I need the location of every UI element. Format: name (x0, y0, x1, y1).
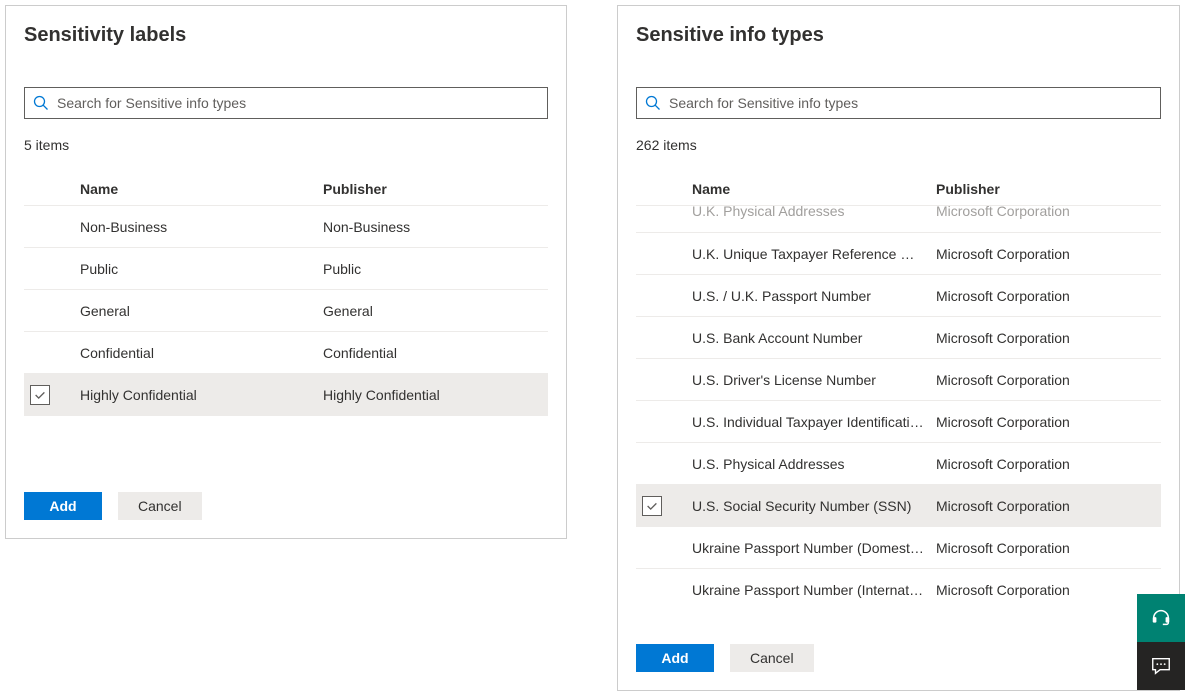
cell-publisher: Microsoft Corporation (936, 330, 1161, 346)
cell-name: U.K. Unique Taxpayer Reference Number (692, 246, 936, 262)
sensitive-info-types-panel: Sensitive info types 262 items Name Publ… (617, 5, 1180, 691)
cell-publisher: Microsoft Corporation (936, 498, 1161, 514)
search-input[interactable] (57, 95, 539, 111)
floating-actions (1137, 594, 1185, 690)
help-button[interactable] (1137, 594, 1185, 642)
table-header: Name Publisher (636, 173, 1161, 206)
check-icon (33, 388, 47, 402)
panel-title: Sensitivity labels (6, 24, 566, 47)
search-icon (33, 95, 49, 111)
cell-publisher: Microsoft Corporation (936, 246, 1161, 262)
cell-publisher: Microsoft Corporation (936, 288, 1161, 304)
cell-publisher: Microsoft Corporation (936, 540, 1161, 556)
table-row[interactable]: U.S. / U.K. Passport NumberMicrosoft Cor… (636, 275, 1161, 317)
cell-publisher: Microsoft Corporation (936, 372, 1161, 388)
table-row[interactable]: U.K. Physical Addresses Microsoft Corpor… (636, 206, 1161, 233)
item-count: 262 items (618, 137, 1179, 153)
column-header-publisher[interactable]: Publisher (323, 181, 548, 197)
sensitivity-labels-panel: Sensitivity labels 5 items Name Publishe… (5, 5, 567, 539)
cell-publisher: Highly Confidential (323, 387, 548, 403)
table-row[interactable]: U.S. Social Security Number (SSN)Microso… (636, 485, 1161, 527)
cancel-button[interactable]: Cancel (118, 492, 202, 520)
cell-name: General (80, 303, 323, 319)
table-row[interactable]: GeneralGeneral (24, 290, 548, 332)
table-row[interactable]: Ukraine Passport Number (International)M… (636, 569, 1161, 606)
cell-name: U.S. Bank Account Number (692, 330, 936, 346)
search-input[interactable] (669, 95, 1152, 111)
panel-title: Sensitive info types (618, 24, 1179, 47)
cell-publisher: Microsoft Corporation (936, 456, 1161, 472)
cell-name: Public (80, 261, 323, 277)
cell-name: Highly Confidential (80, 387, 323, 403)
cell-name: U.S. / U.K. Passport Number (692, 288, 936, 304)
cell-name: U.S. Social Security Number (SSN) (692, 498, 936, 514)
table-row[interactable]: Non-BusinessNon-Business (24, 206, 548, 248)
headset-icon (1150, 607, 1172, 629)
cell-publisher: General (323, 303, 548, 319)
table-row[interactable]: U.S. Physical AddressesMicrosoft Corpora… (636, 443, 1161, 485)
table-row[interactable]: U.S. Driver's License NumberMicrosoft Co… (636, 359, 1161, 401)
cell-name: U.S. Physical Addresses (692, 456, 936, 472)
cell-name: U.S. Individual Taxpayer Identification … (692, 414, 936, 430)
cell-publisher: Confidential (323, 345, 548, 361)
cell-publisher: Microsoft Corporation (936, 582, 1161, 598)
search-icon (645, 95, 661, 111)
labels-table: Name Publisher Non-BusinessNon-BusinessP… (24, 173, 548, 416)
table-row[interactable]: U.S. Individual Taxpayer Identification … (636, 401, 1161, 443)
cell-name: U.K. Physical Addresses (692, 206, 936, 219)
info-types-table: Name Publisher U.K. Physical Addresses M… (636, 173, 1161, 606)
add-button[interactable]: Add (24, 492, 102, 520)
table-row[interactable]: ConfidentialConfidential (24, 332, 548, 374)
table-row[interactable]: Ukraine Passport Number (Domestic)Micros… (636, 527, 1161, 569)
cell-publisher: Microsoft Corporation (936, 414, 1161, 430)
cell-publisher: Non-Business (323, 219, 548, 235)
column-header-publisher[interactable]: Publisher (936, 181, 1161, 197)
table-row[interactable]: U.K. Unique Taxpayer Reference NumberMic… (636, 233, 1161, 275)
feedback-button[interactable] (1137, 642, 1185, 690)
cell-name: Confidential (80, 345, 323, 361)
check-icon (645, 499, 659, 513)
table-row[interactable]: Highly ConfidentialHighly Confidential (24, 374, 548, 416)
checkbox[interactable] (642, 496, 662, 516)
column-header-name[interactable]: Name (692, 181, 936, 197)
table-row[interactable]: U.S. Bank Account NumberMicrosoft Corpor… (636, 317, 1161, 359)
checkbox[interactable] (30, 385, 50, 405)
cell-publisher: Microsoft Corporation (936, 206, 1161, 219)
chat-icon (1150, 655, 1172, 677)
add-button[interactable]: Add (636, 644, 714, 672)
cell-publisher: Public (323, 261, 548, 277)
search-box[interactable] (636, 87, 1161, 119)
search-box[interactable] (24, 87, 548, 119)
cancel-button[interactable]: Cancel (730, 644, 814, 672)
cell-name: Ukraine Passport Number (International) (692, 582, 936, 598)
table-header: Name Publisher (24, 173, 548, 206)
column-header-name[interactable]: Name (80, 181, 323, 197)
item-count: 5 items (6, 137, 566, 153)
cell-name: Non-Business (80, 219, 323, 235)
cell-name: U.S. Driver's License Number (692, 372, 936, 388)
cell-name: Ukraine Passport Number (Domestic) (692, 540, 936, 556)
table-row[interactable]: PublicPublic (24, 248, 548, 290)
